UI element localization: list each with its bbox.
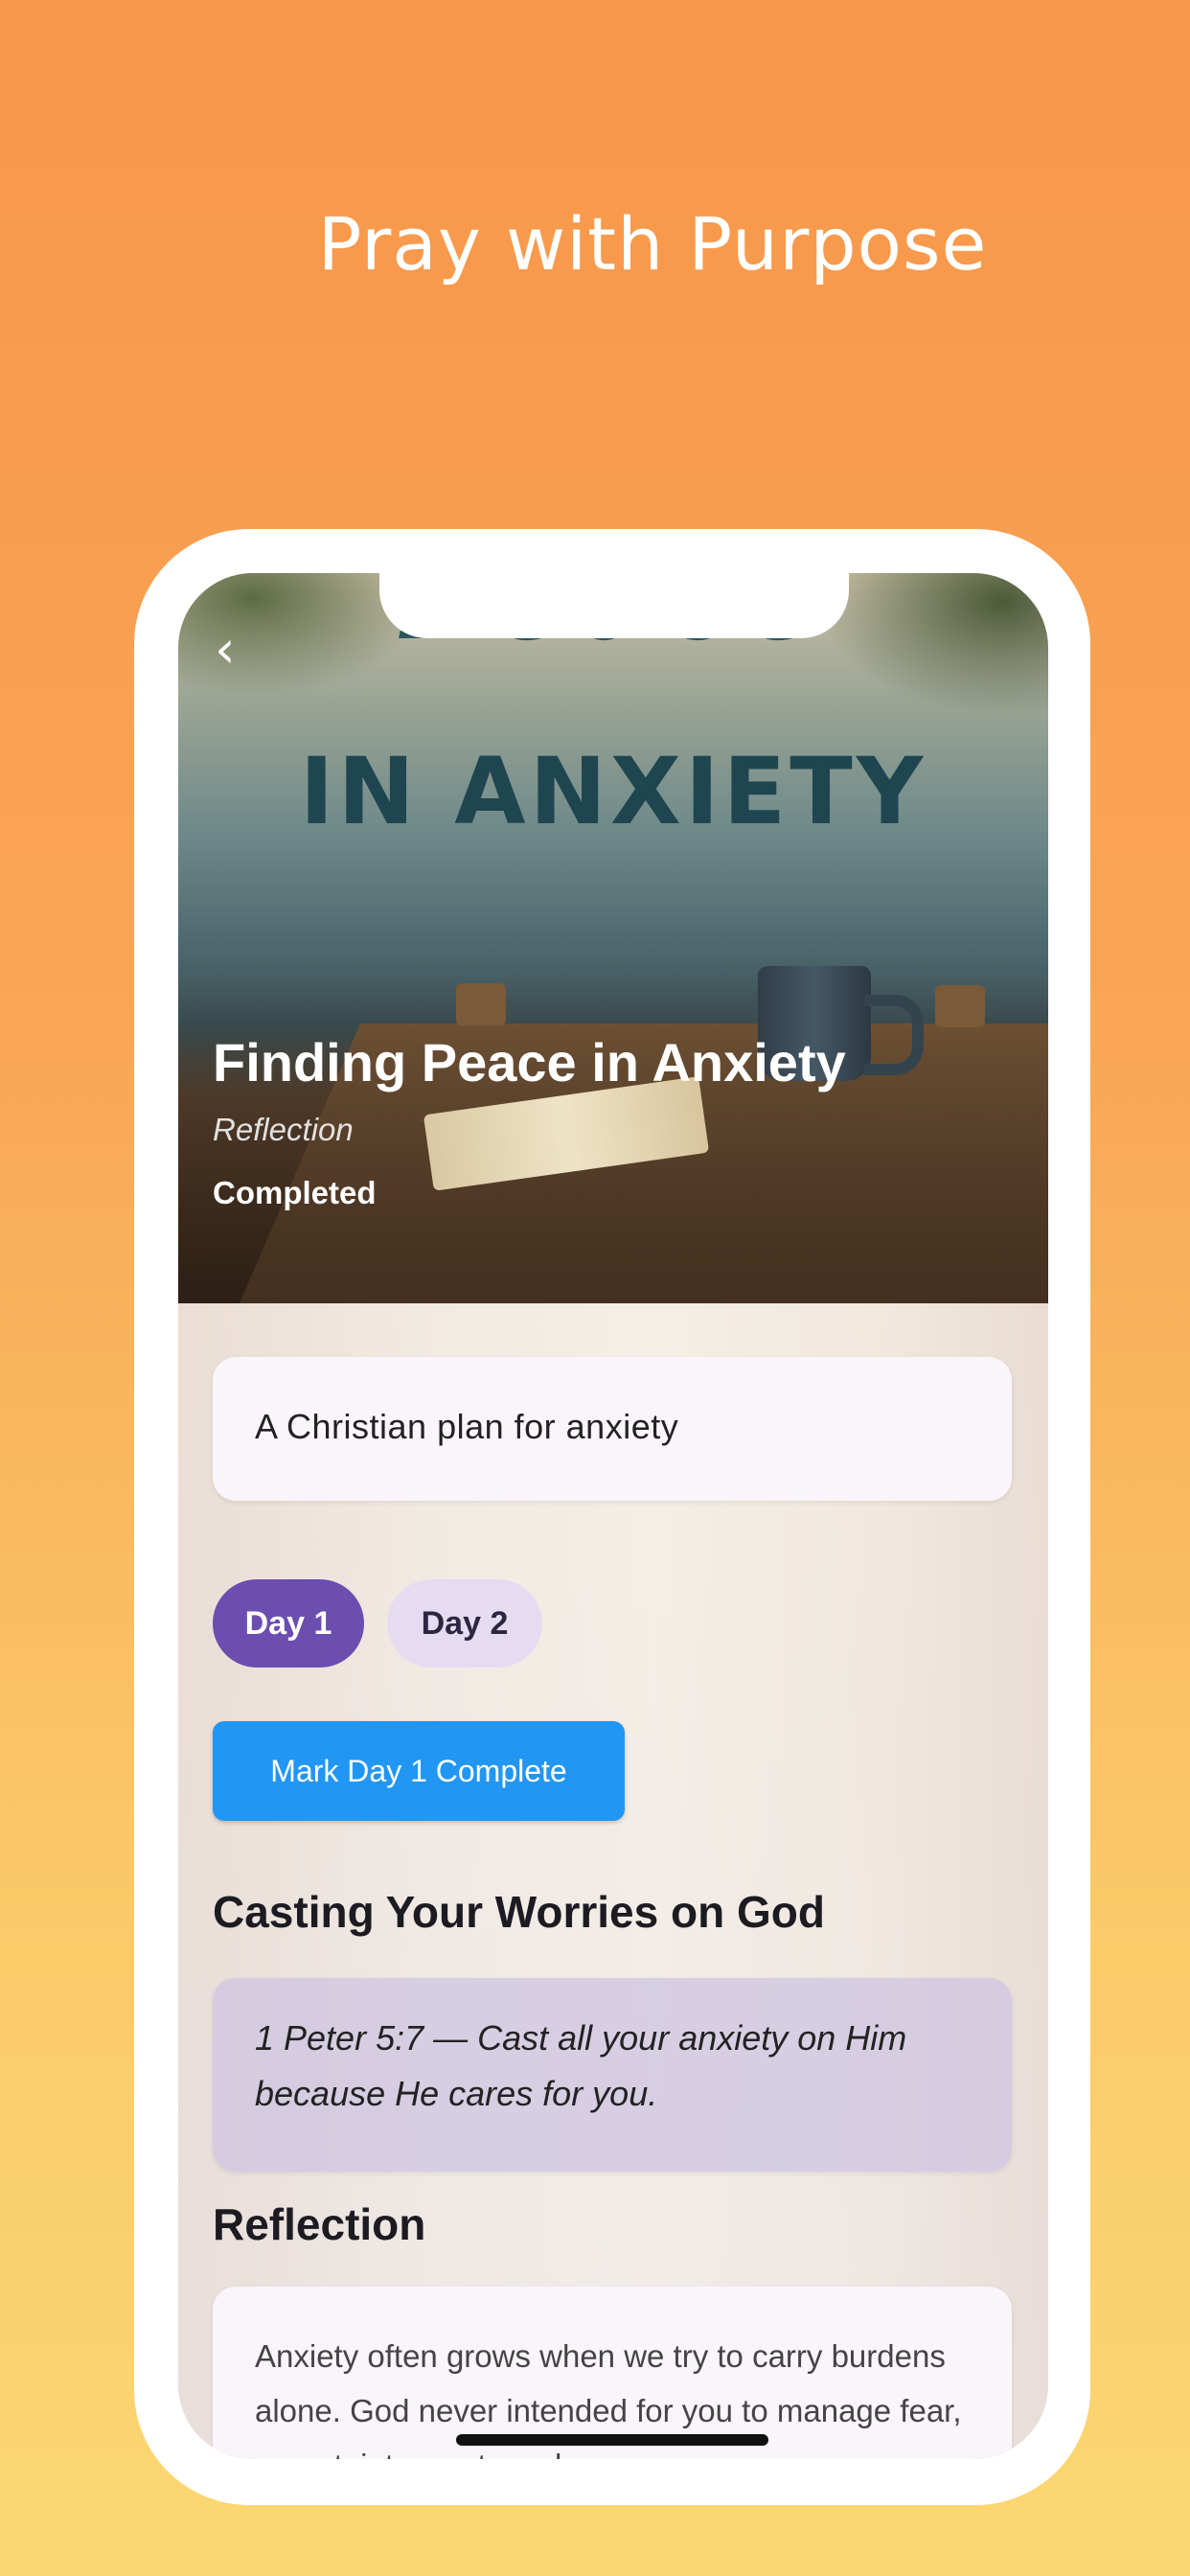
home-indicator[interactable] bbox=[456, 2434, 768, 2446]
plan-status: Completed bbox=[213, 1175, 377, 1211]
plan-description-card: A Christian plan for anxiety bbox=[213, 1357, 1012, 1501]
hero-dock-post bbox=[935, 985, 985, 1027]
hero-mug-handle bbox=[864, 995, 924, 1075]
app-screen: Peace IN ANXIETY ‹ Finding Peace in Anxi… bbox=[178, 573, 1048, 2459]
verse-text: 1 Peter 5:7 — Cast all your anxiety on H… bbox=[255, 2011, 973, 2122]
phone-notch bbox=[379, 571, 849, 638]
hero-image: Peace IN ANXIETY ‹ Finding Peace in Anxi… bbox=[178, 573, 1048, 1303]
reflection-card: Anxiety often grows when we try to carry… bbox=[213, 2287, 1012, 2459]
chevron-left-icon: ‹ bbox=[215, 619, 236, 679]
promo-title: Pray with Purpose bbox=[0, 201, 1190, 287]
plan-title: Finding Peace in Anxiety bbox=[213, 1031, 846, 1093]
reflection-section-title: Reflection bbox=[213, 2198, 425, 2250]
day-2-chip[interactable]: Day 2 bbox=[387, 1579, 542, 1668]
back-button[interactable]: ‹ bbox=[215, 629, 263, 677]
verse-card: 1 Peter 5:7 — Cast all your anxiety on H… bbox=[213, 1978, 1012, 2172]
verse-section-title: Casting Your Worries on God bbox=[213, 1886, 825, 1938]
hero-image-headline: IN ANXIETY bbox=[178, 738, 1048, 845]
day-1-chip[interactable]: Day 1 bbox=[213, 1579, 364, 1668]
mark-complete-button[interactable]: Mark Day 1 Complete bbox=[213, 1721, 625, 1821]
hero-dock-post bbox=[456, 983, 506, 1025]
plan-subtitle: Reflection bbox=[213, 1112, 354, 1148]
plan-description: A Christian plan for anxiety bbox=[255, 1407, 678, 1447]
